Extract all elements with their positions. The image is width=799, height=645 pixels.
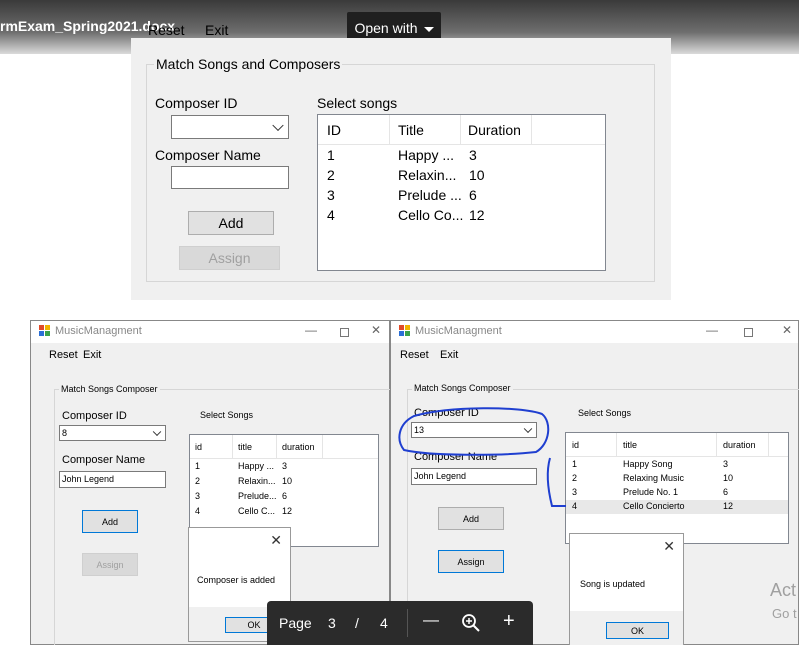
- add-button[interactable]: Add: [82, 510, 138, 533]
- zoom-in-button[interactable]: +: [503, 610, 515, 633]
- minimize-icon[interactable]: —: [303, 323, 319, 337]
- message-text: Composer is added: [197, 575, 276, 585]
- app-icon: [399, 325, 411, 337]
- select-songs-label: Select songs: [317, 95, 398, 111]
- menu-exit[interactable]: Exit: [83, 349, 101, 361]
- window-title: MusicManagment: [55, 325, 142, 337]
- message-text: Song is updated: [580, 579, 646, 589]
- composer-id-label: Composer ID: [62, 410, 127, 422]
- composer-name-input[interactable]: [171, 166, 289, 189]
- title-bar[interactable]: MusicManagment — ✕: [31, 321, 389, 343]
- select-songs-label: Select Songs: [578, 408, 632, 418]
- assign-button[interactable]: Assign: [82, 553, 138, 576]
- assign-button[interactable]: Assign: [179, 246, 280, 270]
- ok-button[interactable]: OK: [606, 622, 669, 639]
- column-duration[interactable]: duration: [717, 433, 769, 457]
- handdrawn-annotation: [398, 407, 566, 507]
- menu-exit[interactable]: Exit: [440, 349, 458, 361]
- close-icon[interactable]: ✕: [779, 323, 795, 337]
- page-label: Page: [279, 615, 312, 631]
- caret-down-icon: [423, 26, 434, 32]
- chevron-down-icon[interactable]: [272, 119, 284, 132]
- composer-name-input[interactable]: John Legend: [59, 471, 166, 488]
- column-title[interactable]: title: [617, 433, 717, 457]
- chevron-down-icon[interactable]: [152, 427, 162, 437]
- message-footer: OK: [570, 611, 683, 645]
- group-title: Match Songs and Composers: [154, 56, 343, 72]
- annotation-bracket: [546, 457, 566, 507]
- zoom-out-button[interactable]: —: [423, 612, 439, 630]
- column-duration[interactable]: Duration: [461, 115, 532, 145]
- column-title[interactable]: title: [233, 435, 277, 459]
- title-bar[interactable]: MusicManagment — ✕: [391, 321, 798, 343]
- group-title: Match Songs Composer: [412, 383, 513, 393]
- menu-reset[interactable]: Reset: [49, 349, 78, 361]
- page-separator: /: [355, 615, 359, 631]
- open-with-label: Open with: [354, 20, 418, 36]
- close-icon[interactable]: ✕: [368, 323, 384, 337]
- column-duration[interactable]: duration: [277, 435, 323, 459]
- close-icon[interactable]: ✕: [270, 532, 282, 549]
- column-id[interactable]: ID: [318, 115, 390, 145]
- group-title: Match Songs Composer: [59, 384, 160, 394]
- close-icon[interactable]: ✕: [663, 538, 675, 555]
- composer-name-label: Composer Name: [155, 147, 261, 163]
- activation-watermark-title: Act: [770, 580, 797, 600]
- composer-id-combo[interactable]: [171, 115, 289, 139]
- page-total: 4: [380, 615, 388, 631]
- table-row[interactable]: 4 Cello Concierto 12: [566, 500, 788, 514]
- annotation-circle: [398, 407, 550, 456]
- page-navigator: Page 3 / 4 — +: [267, 601, 533, 645]
- songs-list-view[interactable]: ID Title Duration 1 Happy ... 3 2 Relaxi…: [317, 114, 606, 271]
- list-header: id title duration: [566, 433, 788, 457]
- zoom-icon[interactable]: [461, 613, 481, 633]
- composer-id-combo[interactable]: 8: [59, 425, 166, 441]
- add-button[interactable]: Add: [188, 211, 274, 235]
- message-box-song-updated: ✕ Song is updated OK: [569, 533, 684, 645]
- assign-button[interactable]: Assign: [438, 550, 504, 573]
- list-header: id title duration: [190, 435, 378, 459]
- list-header: ID Title Duration: [318, 115, 605, 145]
- menu-reset[interactable]: Reset: [148, 22, 185, 38]
- menu-exit[interactable]: Exit: [205, 22, 228, 38]
- select-songs-label: Select Songs: [200, 410, 254, 420]
- app-icon: [39, 325, 51, 337]
- maximize-icon[interactable]: [340, 328, 349, 337]
- maximize-icon[interactable]: [744, 328, 753, 337]
- window-title: MusicManagment: [415, 325, 502, 337]
- column-id[interactable]: id: [190, 435, 233, 459]
- pager-divider: [407, 609, 408, 637]
- composer-name-label: Composer Name: [62, 454, 146, 466]
- composer-id-label: Composer ID: [155, 95, 238, 111]
- menu-reset[interactable]: Reset: [400, 349, 429, 361]
- music-form-large: Reset Exit Match Songs and Composers Com…: [131, 22, 671, 300]
- page-current[interactable]: 3: [328, 615, 336, 631]
- activation-watermark-subtitle: Go t: [772, 606, 797, 621]
- music-window-left: MusicManagment — ✕ Reset Exit Match Song…: [30, 320, 390, 645]
- minimize-icon[interactable]: —: [704, 323, 720, 337]
- column-title[interactable]: Title: [390, 115, 461, 145]
- songs-list-view[interactable]: id title duration 1 Happy Song 3 2 Relax…: [565, 432, 789, 544]
